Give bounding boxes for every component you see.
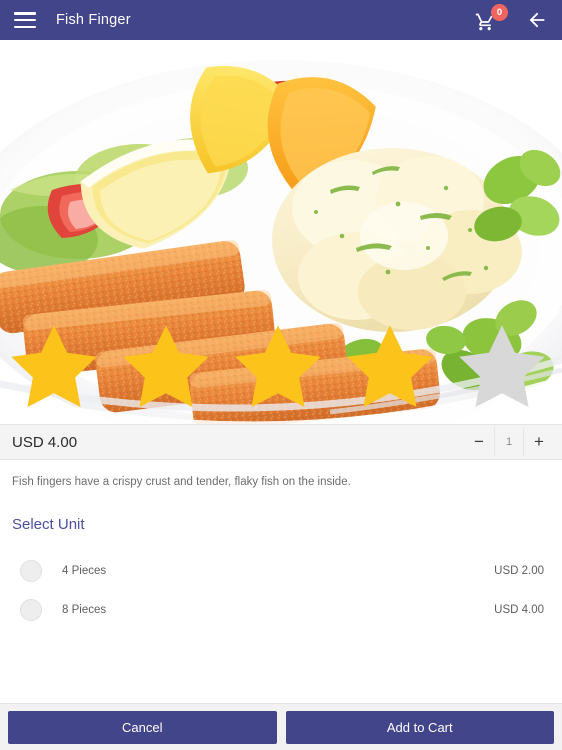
page-title: Fish Finger <box>56 12 131 28</box>
star-icon-filled-1[interactable] <box>0 314 108 422</box>
unit-label-2: 8 Pieces <box>62 603 107 616</box>
select-unit-section: Select Unit 4 Pieces USD 2.00 8 Pieces U… <box>0 490 562 703</box>
star-icon-empty-5[interactable] <box>448 314 556 422</box>
star-icon-filled-4[interactable] <box>336 314 444 422</box>
footer-actions: Cancel Add to Cart <box>0 703 562 750</box>
product-price: USD 4.00 <box>12 433 78 451</box>
quantity-decrease-button[interactable]: − <box>464 428 494 456</box>
app-bar: Fish Finger 0 <box>0 0 562 40</box>
star-icon-filled-2[interactable] <box>112 314 220 422</box>
product-description: Fish fingers have a crispy crust and ten… <box>12 476 351 488</box>
unit-price-1: USD 2.00 <box>494 564 544 577</box>
product-detail-screen: Fish Finger 0 USD 4.00 − 1 + Fish finger… <box>0 0 562 750</box>
star-rating[interactable] <box>0 314 556 422</box>
back-arrow-icon[interactable] <box>526 9 548 31</box>
cart-button[interactable]: 0 <box>474 4 508 34</box>
unit-option-row-1[interactable]: 4 Pieces USD 2.00 <box>12 551 550 590</box>
hamburger-menu-icon[interactable] <box>14 12 36 28</box>
star-icon-filled-3[interactable] <box>224 314 332 422</box>
quantity-value[interactable]: 1 <box>494 428 524 456</box>
unit-option-row-2[interactable]: 8 Pieces USD 4.00 <box>12 590 550 629</box>
add-to-cart-button[interactable]: Add to Cart <box>285 710 554 744</box>
unit-price-2: USD 4.00 <box>494 603 544 616</box>
cancel-button[interactable]: Cancel <box>8 710 277 744</box>
cart-count-badge: 0 <box>491 4 508 21</box>
price-bar: USD 4.00 − 1 + <box>0 424 562 460</box>
select-unit-heading: Select Unit <box>12 516 85 534</box>
unit-label-1: 4 Pieces <box>62 564 107 577</box>
product-image <box>0 40 562 424</box>
quantity-increase-button[interactable]: + <box>524 428 554 456</box>
unit-radio-1[interactable] <box>20 559 42 582</box>
unit-radio-2[interactable] <box>20 598 42 621</box>
quantity-stepper: − 1 + <box>464 428 554 456</box>
